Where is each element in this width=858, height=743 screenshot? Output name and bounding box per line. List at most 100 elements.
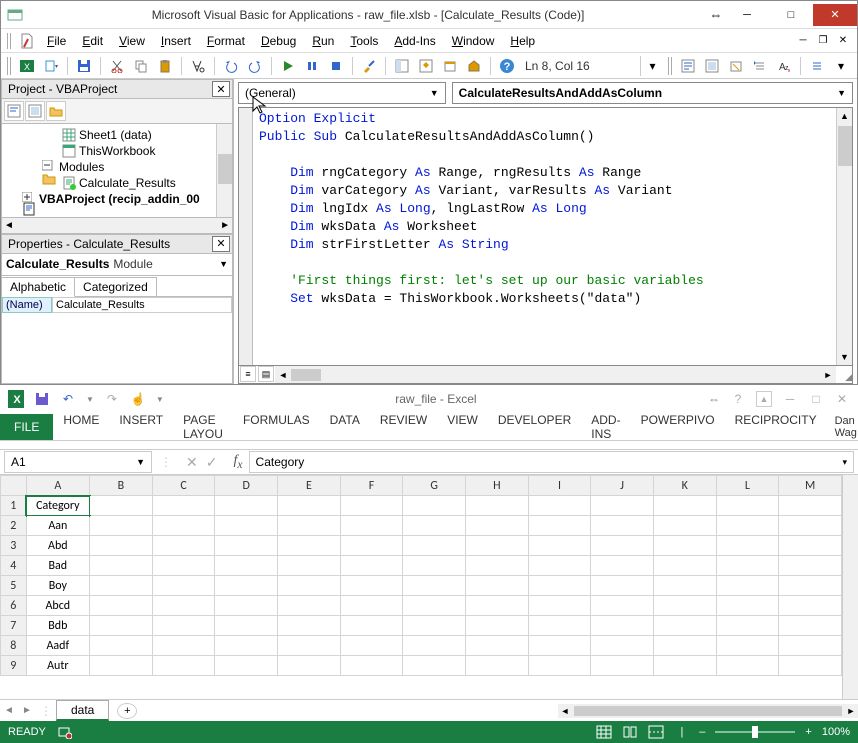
zoom-in-button[interactable]: + [805,726,811,738]
cell-E6[interactable] [278,596,341,616]
properties-grid[interactable]: (Name) Calculate_Results [1,296,233,385]
cell-A1[interactable]: Category [26,496,90,516]
cell-A4[interactable]: Bad [26,556,90,576]
cell-D6[interactable] [215,596,278,616]
column-header-K[interactable]: K [653,476,716,496]
cell-G9[interactable] [403,656,466,676]
tab-reciprocity[interactable]: RECIPROCITY [725,407,827,447]
select-all-corner[interactable] [1,476,27,496]
ribbon-display-button[interactable]: ▲ [756,391,772,407]
code-resize-grip-icon[interactable]: ◢ [836,366,852,383]
procedure-combo[interactable]: CalculateResultsAndAddAsColumn ▼ [452,82,853,104]
cell-J9[interactable] [591,656,654,676]
view-page-layout-button[interactable] [622,725,638,739]
tab-developer[interactable]: DEVELOPER [488,407,581,447]
find-button[interactable] [188,56,208,76]
procedure-view-button[interactable]: ≡ [240,366,256,382]
qat-save-button[interactable] [34,391,50,407]
cell-I4[interactable] [528,556,591,576]
cell-J4[interactable] [591,556,654,576]
row-header-8[interactable]: 8 [1,636,27,656]
properties-panel-close-button[interactable]: ✕ [212,236,230,252]
project-explorer-button[interactable] [392,56,412,76]
toolbar2-overflow-button[interactable]: ▾ [831,56,851,76]
sheet-nav-prev-button[interactable]: ◄ [0,705,18,716]
cell-H7[interactable] [466,616,529,636]
project-panel-close-button[interactable]: ✕ [212,81,230,97]
cell-I5[interactable] [528,576,591,596]
cell-I7[interactable] [528,616,591,636]
cell-E5[interactable] [278,576,341,596]
toolbox-button[interactable] [464,56,484,76]
column-header-H[interactable]: H [466,476,529,496]
tb2-btn5[interactable]: Az [774,56,794,76]
name-box[interactable]: A1 ▼ [4,451,152,473]
menubar-gripper[interactable] [7,33,13,49]
properties-window-button[interactable] [416,56,436,76]
tb2-btn1[interactable] [678,56,698,76]
cell-G3[interactable] [403,536,466,556]
insert-function-button[interactable]: fx [227,453,248,471]
cell-F6[interactable] [340,596,403,616]
insert-dropdown-button[interactable] [41,56,61,76]
cell-K4[interactable] [653,556,716,576]
property-value[interactable]: Calculate_Results [52,297,232,313]
copy-button[interactable] [131,56,151,76]
cell-H2[interactable] [466,516,529,536]
column-header-L[interactable]: L [716,476,779,496]
cell-D5[interactable] [215,576,278,596]
cell-C6[interactable] [152,596,215,616]
cell-I6[interactable] [528,596,591,616]
row-header-5[interactable]: 5 [1,576,27,596]
row-header-7[interactable]: 7 [1,616,27,636]
cell-B7[interactable] [90,616,153,636]
cell-F3[interactable] [340,536,403,556]
sheet-tab-data[interactable]: data [56,700,109,721]
menu-format[interactable]: Format [199,32,253,50]
qat-undo-button[interactable]: ↶ [60,391,76,407]
cell-M1[interactable] [779,496,842,516]
cell-H1[interactable] [466,496,529,516]
cell-F7[interactable] [340,616,403,636]
menu-run[interactable]: Run [304,32,342,50]
tab-formulas[interactable]: FORMULAS [233,407,320,447]
column-header-C[interactable]: C [152,476,215,496]
run-button[interactable] [278,56,298,76]
qat-touch-button[interactable]: ☝ [130,391,146,407]
tab-review[interactable]: REVIEW [370,407,437,447]
tb2-btn2[interactable] [702,56,722,76]
cell-C1[interactable] [152,496,215,516]
tb2-btn3[interactable] [726,56,746,76]
maximize-button[interactable]: □ [769,4,813,26]
object-combo[interactable]: (General) ▼ [238,82,446,104]
code-hscrollbar[interactable]: ◄► [275,366,836,383]
user-account[interactable]: Dan Wag… ▼ [827,415,858,439]
cell-J5[interactable] [591,576,654,596]
properties-object-combo[interactable]: Calculate_Results Module ▼ [1,254,233,276]
break-button[interactable] [302,56,322,76]
cell-A6[interactable]: Abcd [26,596,90,616]
cell-B4[interactable] [90,556,153,576]
macro-record-button[interactable] [58,725,72,739]
cell-E9[interactable] [278,656,341,676]
cell-L5[interactable] [716,576,779,596]
cell-C8[interactable] [152,636,215,656]
view-page-break-button[interactable] [648,725,664,739]
cell-C5[interactable] [152,576,215,596]
row-header-9[interactable]: 9 [1,656,27,676]
cell-I2[interactable] [528,516,591,536]
project-tree[interactable]: Sheet1 (data)ThisWorkbookModulesCalculat… [1,124,233,218]
cell-D7[interactable] [215,616,278,636]
cell-J6[interactable] [591,596,654,616]
cell-M5[interactable] [779,576,842,596]
cell-H6[interactable] [466,596,529,616]
menu-debug[interactable]: Debug [253,32,304,50]
cell-L2[interactable] [716,516,779,536]
cell-K5[interactable] [653,576,716,596]
cell-B9[interactable] [90,656,153,676]
project-tree-scrollbar[interactable] [216,124,232,217]
grid-vscrollbar[interactable] [842,475,858,699]
close-button[interactable]: ✕ [813,4,857,26]
cell-D1[interactable] [215,496,278,516]
zoom-slider[interactable] [715,731,795,733]
